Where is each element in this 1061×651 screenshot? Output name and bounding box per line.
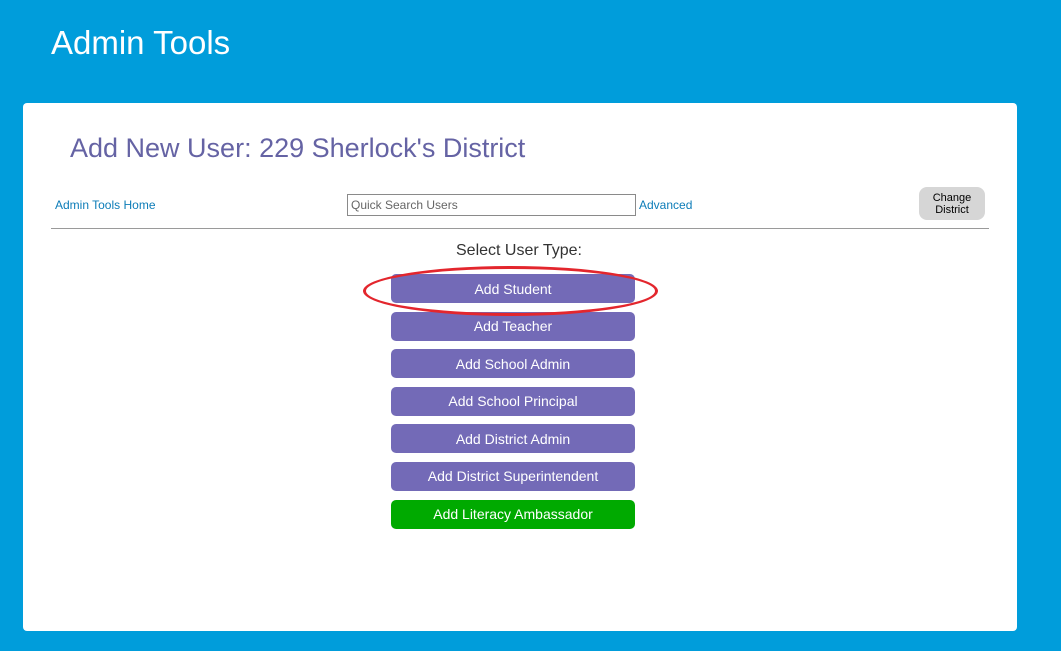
quick-search-input[interactable] — [347, 194, 636, 216]
admin-tools-home-link[interactable]: Admin Tools Home — [55, 198, 156, 212]
advanced-search-link[interactable]: Advanced — [639, 198, 692, 212]
page-title: Add New User: 229 Sherlock's District — [70, 133, 526, 163]
app-title: Admin Tools — [51, 24, 231, 61]
add-district-admin-button[interactable]: Add District Admin — [391, 424, 635, 454]
add-literacy-ambassador-button[interactable]: Add Literacy Ambassador — [391, 499, 635, 529]
main-panel: Add New User: 229 Sherlock's District Ad… — [23, 103, 1017, 631]
add-school-admin-button[interactable]: Add School Admin — [391, 349, 635, 379]
select-user-type-label: Select User Type: — [456, 242, 582, 259]
change-district-button[interactable]: Change District — [919, 187, 985, 220]
add-school-principal-button[interactable]: Add School Principal — [391, 386, 635, 416]
add-district-superintendent-button[interactable]: Add District Superintendent — [391, 461, 635, 491]
add-student-button[interactable]: Add Student — [391, 274, 635, 303]
user-type-buttons: Add Student Add Teacher Add School Admin… — [391, 274, 635, 537]
toolbar-divider — [51, 228, 989, 229]
add-teacher-button[interactable]: Add Teacher — [391, 311, 635, 341]
